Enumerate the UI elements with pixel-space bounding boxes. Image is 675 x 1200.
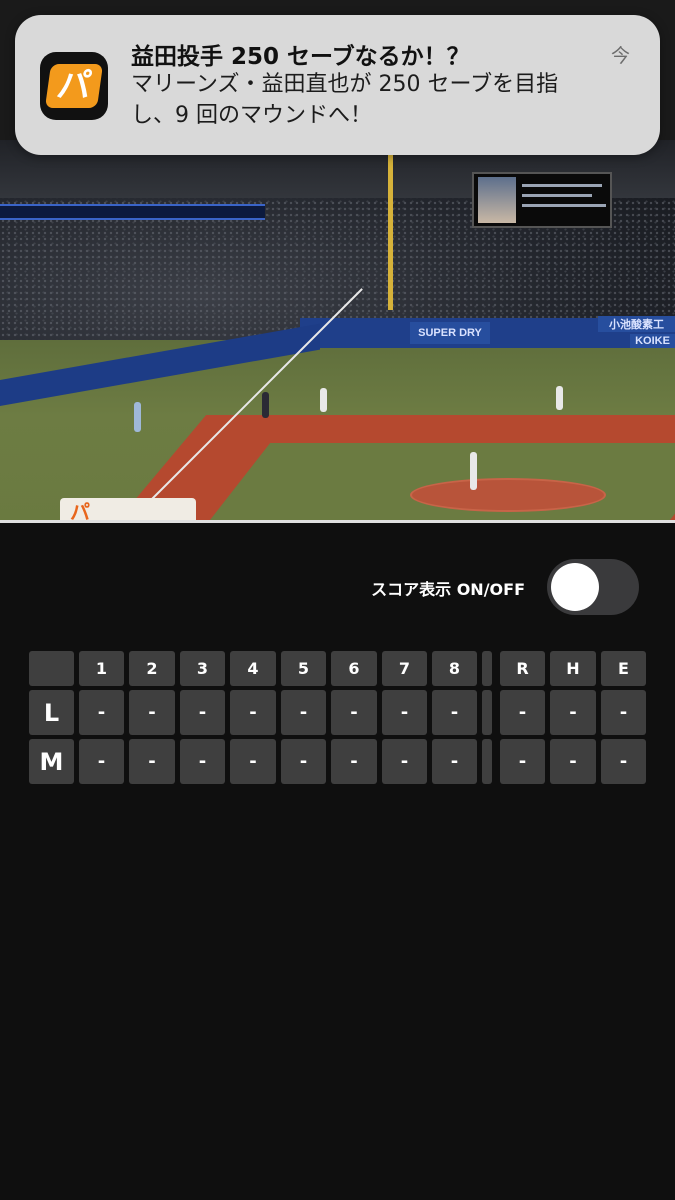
stadium-scoreboard xyxy=(472,172,612,228)
broadcast-logo: パ xyxy=(60,498,196,522)
scoreboard-line xyxy=(522,204,606,207)
fielder-figure xyxy=(556,386,563,410)
runs-header: R xyxy=(500,651,545,686)
notification-title: 益田投手 250 セーブなるか！？ xyxy=(131,44,470,70)
inning-score: - xyxy=(432,739,477,784)
errors-total: - xyxy=(601,739,646,784)
inning-header: 1 xyxy=(79,651,124,686)
column-separator xyxy=(482,651,492,686)
inning-header: 5 xyxy=(281,651,326,686)
app-icon: パ xyxy=(40,52,108,120)
inning-score: - xyxy=(129,739,175,784)
hits-header: H xyxy=(550,651,596,686)
notification-time: 今 xyxy=(610,45,630,67)
wall-sign: 小池酸素工 xyxy=(598,316,675,332)
inning-header: 3 xyxy=(180,651,225,686)
inning-score: - xyxy=(432,690,477,735)
score-toggle-switch[interactable] xyxy=(547,559,639,615)
fielder-figure xyxy=(320,388,327,412)
wall-sign: SUPER DRY xyxy=(410,322,490,344)
scoreboard-player-photo xyxy=(478,177,516,223)
pitcher-figure xyxy=(470,452,477,490)
runs-total: - xyxy=(500,690,545,735)
notification-body: マリーンズ・益田直也が 250 セーブを目指し、9 回のマウンドへ！ xyxy=(131,72,559,128)
pa-logo-icon: パ xyxy=(44,64,104,108)
hits-total: - xyxy=(550,739,596,784)
coach-figure xyxy=(134,402,141,432)
inning-header: 7 xyxy=(382,651,427,686)
inning-score: - xyxy=(382,739,427,784)
video-player[interactable]: SUPER DRY 小池酸素工 KOIKE パ xyxy=(0,140,675,522)
inning-header: 6 xyxy=(331,651,377,686)
inning-score: - xyxy=(180,690,225,735)
toggle-knob xyxy=(551,563,599,611)
wall-sign: KOIKE xyxy=(630,334,675,348)
errors-total: - xyxy=(601,690,646,735)
scoreboard-line xyxy=(522,194,592,197)
inning-header: 8 xyxy=(432,651,477,686)
column-separator xyxy=(482,739,492,784)
inning-score: - xyxy=(382,690,427,735)
inning-score: - xyxy=(129,690,175,735)
inning-score: - xyxy=(230,690,276,735)
ribbon-board xyxy=(0,204,265,220)
inning-header: 2 xyxy=(129,651,175,686)
scoreboard-corner xyxy=(29,651,74,686)
inning-score: - xyxy=(230,739,276,784)
team-label: M xyxy=(29,739,74,784)
pitchers-mound xyxy=(410,478,606,512)
score-toggle-label: スコア表示 ON/OFF xyxy=(371,580,525,599)
errors-header: E xyxy=(601,651,646,686)
inning-score: - xyxy=(281,690,326,735)
inning-score: - xyxy=(180,739,225,784)
inning-score: - xyxy=(281,739,326,784)
inning-score: - xyxy=(331,739,377,784)
hits-total: - xyxy=(550,690,596,735)
team-label: L xyxy=(29,690,74,735)
inning-header: 4 xyxy=(230,651,276,686)
umpire-figure xyxy=(262,392,269,418)
foul-pole xyxy=(388,150,393,310)
inning-score: - xyxy=(79,739,124,784)
runs-total: - xyxy=(500,739,545,784)
scoreboard-line xyxy=(522,184,602,187)
inning-score: - xyxy=(79,690,124,735)
column-separator xyxy=(482,690,492,735)
inning-score: - xyxy=(331,690,377,735)
video-divider xyxy=(0,520,675,523)
push-notification[interactable]: パ 益田投手 250 セーブなるか！？ マリーンズ・益田直也が 250 セーブを… xyxy=(15,15,660,155)
